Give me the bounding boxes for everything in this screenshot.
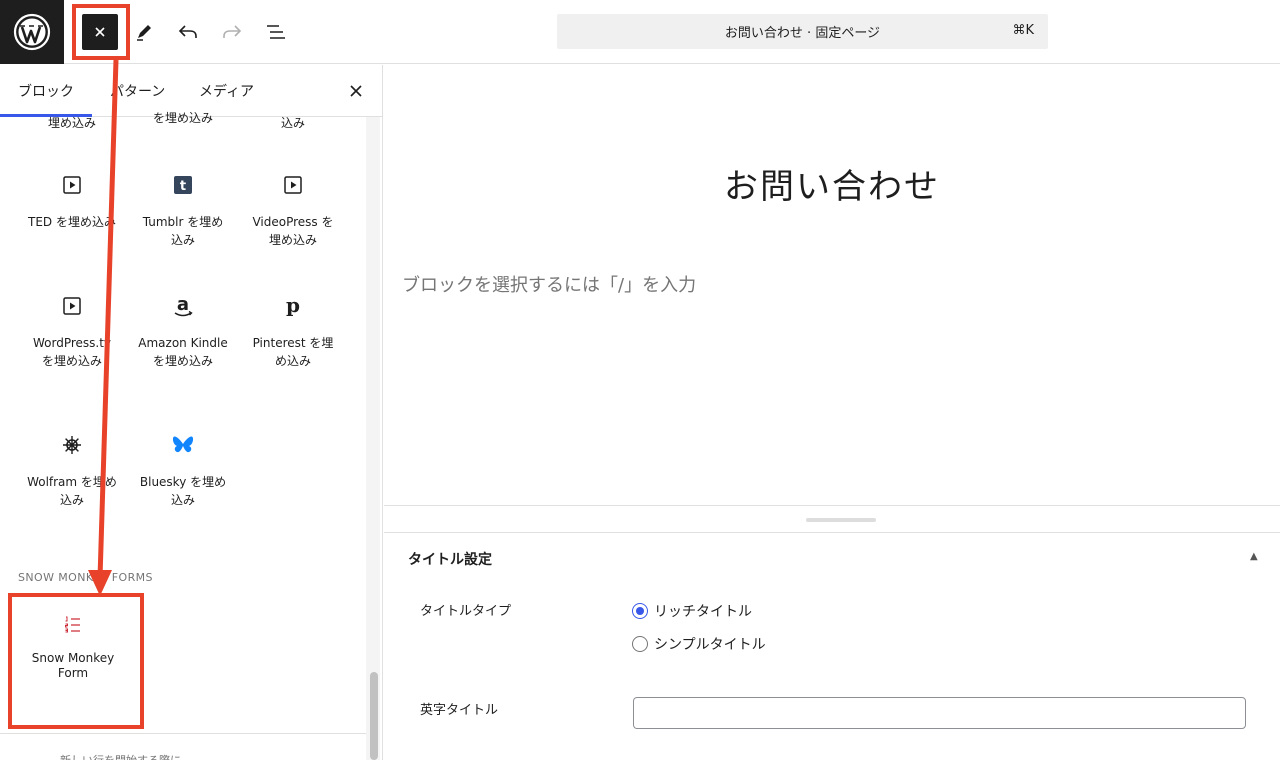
tumblr-icon: t xyxy=(174,176,192,194)
english-title-input[interactable] xyxy=(633,697,1246,729)
block-label: WordPress.tv を埋め込み xyxy=(32,336,112,368)
post-title[interactable]: お問い合わせ xyxy=(384,159,1280,208)
tab-patterns[interactable]: パターン xyxy=(110,81,165,101)
command-shortcut: ⌘K xyxy=(1012,23,1034,38)
document-outline-icon xyxy=(267,25,285,39)
radio-button[interactable] xyxy=(632,603,648,619)
svg-text:a: a xyxy=(177,294,189,315)
undo-icon xyxy=(178,25,197,38)
block-wordpress-tv-embed[interactable]: WordPress.tv を埋め込み xyxy=(22,292,122,370)
redo-icon xyxy=(223,25,242,38)
embed-video-icon xyxy=(284,176,302,194)
block-label-cut: 込み xyxy=(280,116,305,130)
block-label: Amazon Kindle を埋め込み xyxy=(138,336,228,368)
block-label: Wolfram を埋め込み xyxy=(27,475,117,507)
radio-simple-title[interactable]: シンプルタイトル xyxy=(632,634,766,654)
radio-button[interactable] xyxy=(632,636,648,652)
block-label-cut: 埋め込み xyxy=(47,116,96,130)
bluesky-icon xyxy=(172,436,194,453)
block-amazon-kindle-embed[interactable]: a Amazon Kindle を埋め込み xyxy=(133,292,233,370)
block-label: VideoPress を埋め込み xyxy=(252,215,334,247)
block-label: Tumblr を埋め込み xyxy=(142,215,224,247)
pen-icon xyxy=(137,25,151,41)
block-appender-placeholder[interactable]: ブロックを選択するには「/」を入力 xyxy=(402,271,696,297)
inserter-scrollbar-thumb[interactable] xyxy=(370,672,378,760)
block-label: Bluesky を埋め込み xyxy=(139,475,227,507)
block-label-cut: を埋め込み xyxy=(152,111,213,125)
meta-box-resize-handle[interactable] xyxy=(806,518,876,522)
block-label: TED を埋め込み xyxy=(28,215,116,229)
meta-box-title[interactable]: タイトル設定 xyxy=(408,549,492,569)
inserter-tip-text: 新しい行を開始する際に xyxy=(60,752,181,760)
wordpress-logo-icon[interactable] xyxy=(0,0,64,64)
embed-video-icon xyxy=(63,176,81,194)
amazon-icon: a xyxy=(174,294,193,317)
block-tumblr-embed[interactable]: t Tumblr を埋め込み xyxy=(133,171,233,249)
radio-rich-title[interactable]: リッチタイトル xyxy=(632,601,752,621)
pinterest-icon: p xyxy=(286,295,300,317)
command-palette-bar[interactable]: お問い合わせ · 固定ページ ⌘K xyxy=(557,14,1048,49)
english-title-label: 英字タイトル xyxy=(420,703,499,718)
block-ted-embed[interactable]: TED を埋め込み xyxy=(22,171,122,231)
tab-media[interactable]: メディア xyxy=(199,81,254,101)
tab-blocks[interactable]: ブロック xyxy=(18,81,74,101)
block-bluesky-embed[interactable]: Bluesky を埋め込み xyxy=(133,431,233,509)
inserter-scrollbar[interactable] xyxy=(366,117,380,760)
block-wolfram-embed[interactable]: Wolfram を埋め込み xyxy=(22,431,122,509)
close-icon xyxy=(350,85,362,97)
block-label: Pinterest を埋め込み xyxy=(252,336,334,368)
annotation-highlight-snow-monkey-form xyxy=(8,593,144,729)
title-type-label: タイトルタイプ xyxy=(420,604,512,619)
annotation-highlight-close-button xyxy=(72,4,130,60)
redo-button[interactable] xyxy=(214,14,250,50)
tools-button[interactable] xyxy=(126,14,162,50)
embed-video-icon xyxy=(63,297,81,315)
svg-text:p: p xyxy=(286,295,300,317)
block-pinterest-embed[interactable]: p Pinterest を埋め込み xyxy=(243,292,343,370)
editor-canvas: お問い合わせ ブロックを選択するには「/」を入力 xyxy=(384,65,1280,505)
radio-label: シンプルタイトル xyxy=(654,637,766,653)
meta-box-resize-area xyxy=(384,505,1280,533)
document-title: お問い合わせ · 固定ページ xyxy=(724,26,881,41)
category-title-snow-monkey-forms: SNOW MONKEY FORMS xyxy=(18,571,153,584)
collapse-icon[interactable]: ▲ xyxy=(1250,551,1258,562)
close-panel-button[interactable] xyxy=(344,79,368,103)
editor-top-toolbar: お問い合わせ · 固定ページ ⌘K xyxy=(0,0,1280,64)
svg-text:t: t xyxy=(180,179,186,194)
title-settings-meta-box: タイトル設定 ▲ タイトルタイプ リッチタイトル シンプルタイトル 英字タイトル xyxy=(384,533,1280,760)
document-overview-button[interactable] xyxy=(258,14,294,50)
divider xyxy=(0,733,366,734)
block-videopress-embed[interactable]: VideoPress を埋め込み xyxy=(243,171,343,249)
wolfram-icon xyxy=(63,436,81,454)
undo-button[interactable] xyxy=(170,14,206,50)
radio-label: リッチタイトル xyxy=(654,604,752,620)
